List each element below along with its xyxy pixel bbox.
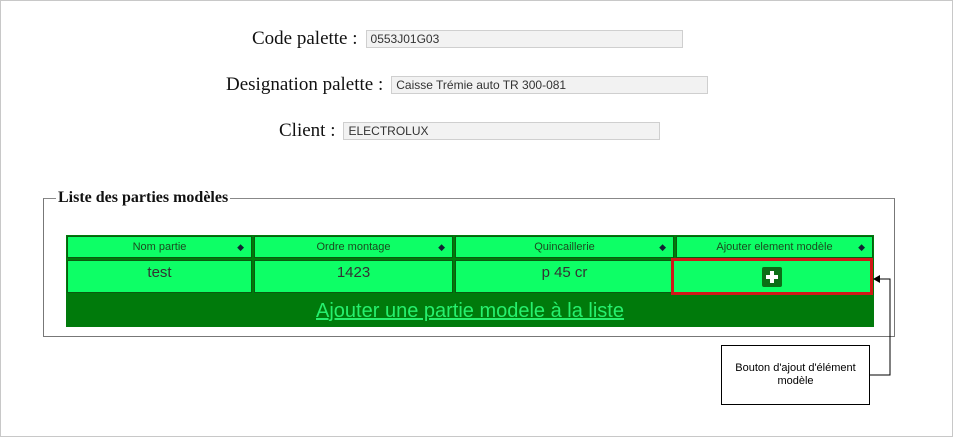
annotation-text: Bouton d'ajout d'élément modèle [735,362,856,387]
annotation-callout: Bouton d'ajout d'élément modèle [721,345,870,405]
